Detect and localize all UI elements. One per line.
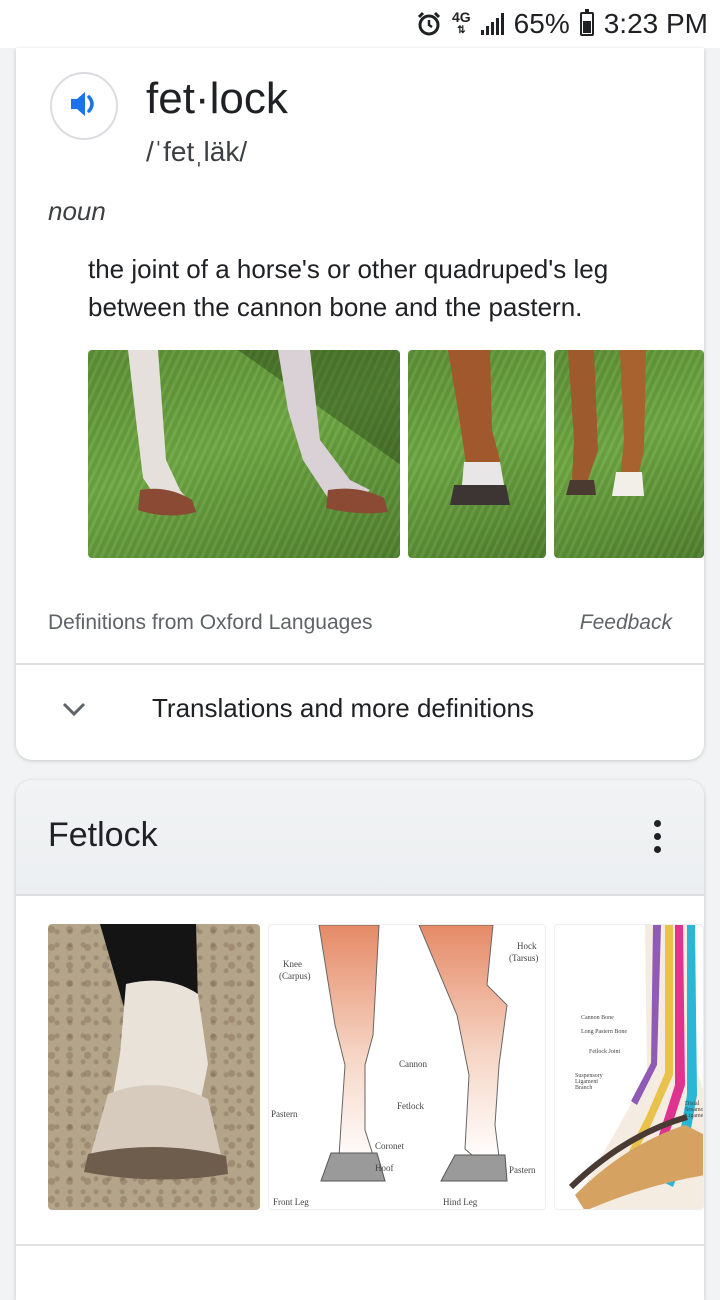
part-of-speech: noun — [48, 196, 106, 226]
fetlock-photo-2[interactable] — [408, 350, 546, 558]
signal-icon — [480, 13, 504, 35]
knowledge-panel-title: Fetlock — [48, 816, 158, 854]
clock: 3:23 PM — [603, 8, 708, 39]
label-pastern-hind: Pastern — [509, 1165, 536, 1175]
fetlock-photo-3[interactable] — [554, 350, 704, 558]
pronunciation-button[interactable] — [50, 72, 118, 140]
label-hock: Hock — [517, 941, 537, 951]
label-knee: Knee — [283, 959, 302, 969]
battery-percent: 65% — [513, 8, 570, 39]
status-bar: 4G ⇅ 65% 3:23 PM — [0, 0, 720, 48]
knowledge-panel-header: Fetlock — [16, 780, 704, 896]
fetlock-photo-4[interactable] — [48, 924, 260, 1210]
definition-text: the joint of a horse's or other quadrupe… — [88, 254, 609, 322]
label-carpus: (Carpus) — [279, 971, 311, 981]
phonetic: /ˈfetˌläk/ — [146, 136, 248, 167]
label-suspensory: Suspensory Ligament Branch — [575, 1073, 603, 1091]
label-hoof: Hoof — [375, 1163, 394, 1173]
label-cannon: Cannon — [399, 1059, 427, 1069]
label-coronet: Coronet — [375, 1141, 404, 1151]
label-front-leg: Front Leg — [273, 1197, 309, 1207]
definitions-source: Definitions from Oxford Languages — [48, 611, 373, 634]
knowledge-panel: Fetlock Knee (Carpus) Hock (Tarsus) Cann… — [16, 780, 704, 1300]
divider — [16, 1244, 704, 1246]
translations-label: Translations and more definitions — [152, 693, 535, 723]
label-pastern-front: Pastern — [271, 1109, 298, 1119]
label-tarsus: (Tarsus) — [509, 953, 539, 963]
label-fetlock-joint: Fetlock Joint — [589, 1049, 621, 1055]
chevron-down-icon — [60, 699, 88, 724]
fetlock-anatomy-illustration[interactable]: Cannon Bone Long Pastern Bone Fetlock Jo… — [554, 924, 704, 1210]
feedback-link[interactable]: Feedback — [580, 611, 672, 635]
alarm-icon — [416, 11, 442, 37]
label-fetlock: Fetlock — [397, 1101, 424, 1111]
more-vert-icon[interactable] — [654, 820, 662, 859]
label-long-pastern: Long Pastern Bone — [581, 1029, 627, 1035]
translations-expander[interactable]: Translations and more definitions — [16, 665, 704, 759]
dictionary-card: fet·lock /ˈfetˌläk/ noun the joint of a … — [16, 48, 704, 760]
fetlock-photo-1[interactable] — [88, 350, 400, 558]
label-sesamoidean: Distal Sesamoidean Ligament — [685, 1101, 704, 1119]
leg-anatomy-diagram[interactable]: Knee (Carpus) Hock (Tarsus) Cannon Fetlo… — [268, 924, 546, 1210]
headword: fet·lock — [146, 74, 288, 123]
label-hind-leg: Hind Leg — [443, 1197, 478, 1207]
battery-icon — [579, 9, 594, 36]
label-cannon-bone: Cannon Bone — [581, 1015, 614, 1021]
speaker-icon — [67, 87, 101, 126]
network-type: 4G ⇅ — [451, 9, 471, 36]
